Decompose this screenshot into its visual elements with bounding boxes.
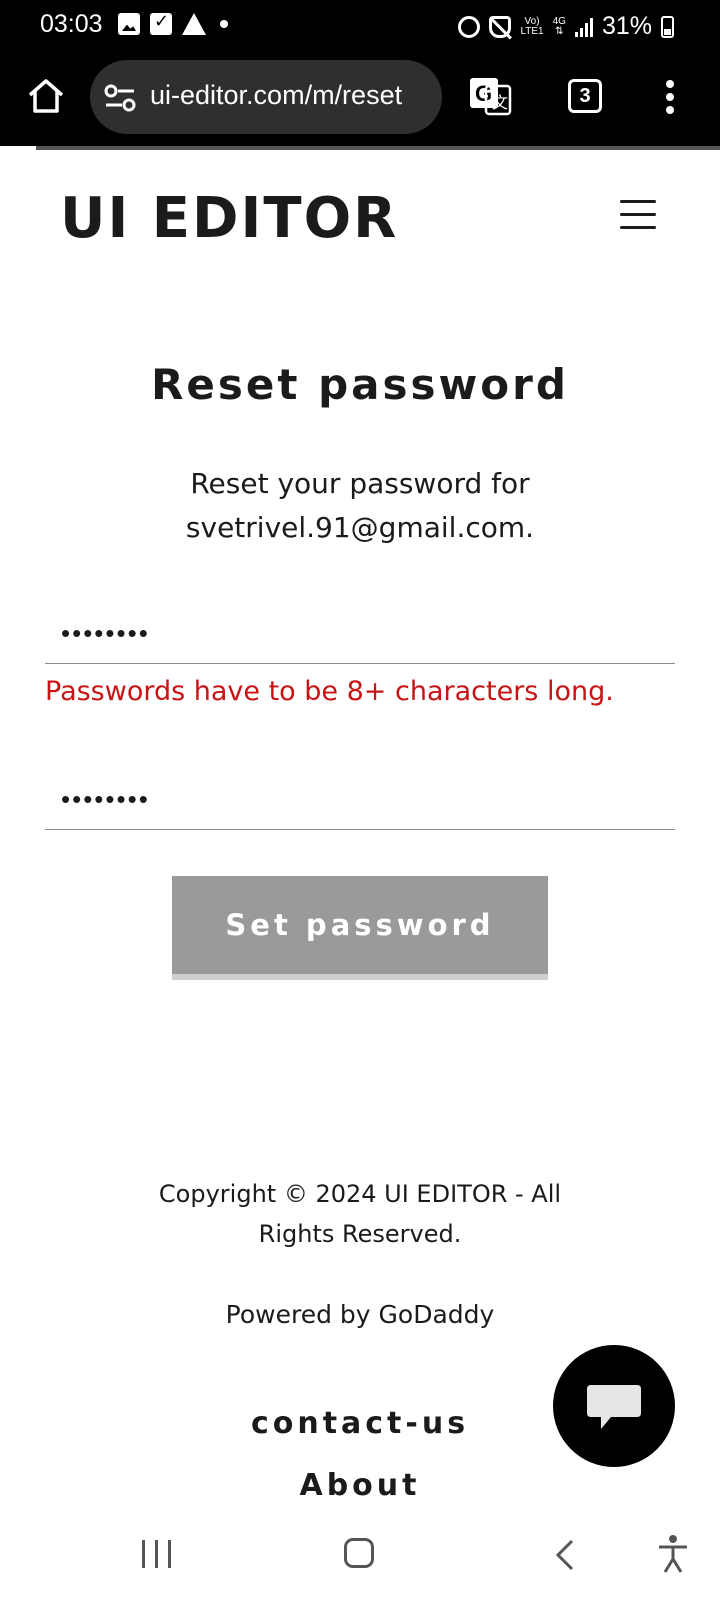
godaddy-link[interactable]: GoDaddy bbox=[379, 1300, 495, 1329]
nav-home-icon[interactable] bbox=[344, 1538, 374, 1568]
status-time: 03:03 bbox=[40, 10, 103, 38]
footer-link-about[interactable]: About bbox=[0, 1468, 720, 1503]
password-error-message: Passwords have to be 8+ characters long. bbox=[45, 676, 614, 707]
page-title: Reset password bbox=[151, 360, 569, 409]
alarm-icon bbox=[458, 15, 481, 38]
system-icons: Vo) LTE1 4G ⇅ 31% bbox=[458, 12, 674, 41]
network-type-indicator: 4G ⇅ bbox=[552, 15, 566, 37]
powered-by-label: Powered by bbox=[225, 1300, 379, 1329]
data-arrows-icon: ⇅ bbox=[555, 25, 564, 37]
status-bar: 03:03 Vo) LTE1 4G ⇅ 31% bbox=[0, 0, 720, 54]
tune-icon[interactable] bbox=[104, 84, 136, 112]
new-password-field[interactable] bbox=[45, 604, 675, 664]
signal-strength-icon bbox=[574, 17, 593, 37]
site-logo[interactable]: UI EDITOR bbox=[60, 186, 398, 251]
notification-icons bbox=[118, 11, 228, 35]
network-type-label: 4G bbox=[552, 15, 566, 27]
battery-percent: 31% bbox=[601, 12, 652, 40]
app-notification-icon bbox=[182, 13, 206, 35]
page-load-progress bbox=[0, 146, 720, 150]
powered-by: Powered by GoDaddy bbox=[0, 1300, 720, 1329]
chat-button[interactable] bbox=[553, 1345, 675, 1467]
task-notification-icon bbox=[150, 11, 172, 35]
accessibility-icon[interactable] bbox=[656, 1534, 690, 1574]
svg-text:文: 文 bbox=[492, 93, 508, 112]
translate-icon[interactable]: G 文 bbox=[468, 76, 512, 116]
system-navigation-bar bbox=[0, 1524, 720, 1600]
more-vert-icon[interactable] bbox=[666, 80, 676, 116]
chat-bubble-icon bbox=[587, 1385, 641, 1429]
progress-fill bbox=[0, 146, 36, 150]
set-password-button[interactable]: Set password bbox=[172, 876, 548, 980]
hamburger-menu-icon[interactable] bbox=[620, 200, 656, 232]
tab-switcher-icon[interactable]: 3 bbox=[568, 79, 602, 113]
gallery-notification-icon bbox=[118, 13, 140, 35]
home-icon[interactable] bbox=[26, 76, 66, 116]
volte-label: Vo) bbox=[524, 15, 540, 27]
volte-indicator: Vo) LTE1 bbox=[520, 15, 544, 37]
reset-description: Reset your password for svetrivel.91@gma… bbox=[185, 467, 535, 544]
recent-apps-icon[interactable] bbox=[142, 1540, 171, 1568]
more-notifications-dot-icon bbox=[220, 20, 228, 28]
mute-icon bbox=[489, 15, 512, 38]
address-bar[interactable]: ui-editor.com/m/reset bbox=[90, 60, 442, 134]
confirm-password-field[interactable] bbox=[45, 770, 675, 830]
battery-icon bbox=[661, 15, 674, 38]
lte-label: LTE1 bbox=[520, 25, 544, 37]
url-text[interactable]: ui-editor.com/m/reset bbox=[150, 80, 402, 111]
copyright-text: Copyright © 2024 UI EDITOR - All Rights … bbox=[158, 1180, 562, 1248]
back-icon[interactable] bbox=[550, 1538, 580, 1572]
browser-toolbar: ui-editor.com/m/reset G 文 3 bbox=[0, 54, 720, 150]
